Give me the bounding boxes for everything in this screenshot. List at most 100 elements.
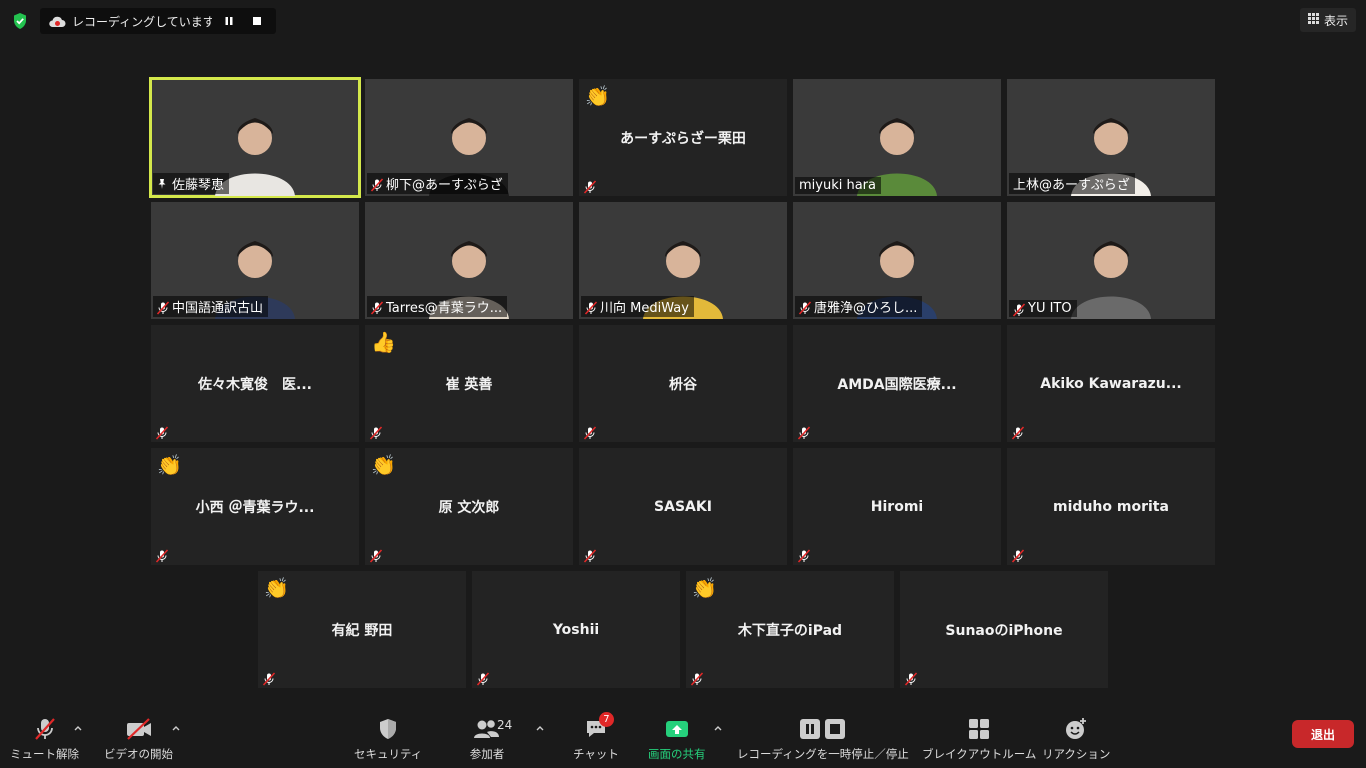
participant-tile[interactable]: Yoshii (472, 571, 680, 688)
pause-recording-button[interactable] (218, 10, 240, 32)
participant-tile[interactable]: Akiko Kawarazu... (1007, 325, 1215, 442)
muted-mic-icon (1011, 548, 1025, 563)
participant-name: 原 文次郎 (438, 499, 500, 516)
participant-tile[interactable]: 佐藤琴恵 (149, 77, 361, 198)
participant-tile[interactable]: 唐雅浄@ひろし... (793, 202, 1001, 319)
participant-tile[interactable]: miduho morita (1007, 448, 1215, 565)
stop-recording-button[interactable] (246, 10, 268, 32)
participant-name-label: Tarres@青葉ラウ... (367, 296, 508, 317)
unmute-label: ミュート解除 (10, 747, 79, 761)
participant-tile[interactable]: 川向 MediWay (579, 202, 787, 319)
participant-tile[interactable]: 柳下@あーすぷらざ (365, 79, 573, 196)
participant-tile[interactable]: 有紀 野田 👏 (258, 571, 466, 688)
share-screen-button[interactable]: 画面の共有 (648, 714, 706, 762)
share-options-chevron-icon[interactable] (713, 718, 723, 731)
participant-name-label: 上林@あーすぷらざ (1009, 173, 1135, 194)
start-video-button[interactable]: ビデオの開始 (104, 714, 173, 762)
muted-mic-icon (1011, 425, 1025, 440)
participant-name: Tarres@青葉ラウ... (386, 301, 503, 316)
participant-tile[interactable]: 木下直子のiPad 👏 (686, 571, 894, 688)
share-screen-icon (657, 714, 697, 744)
participant-tile[interactable]: 中国語通訳古山 (151, 202, 359, 319)
recording-control-button[interactable]: レコーディングを一時停止／停止 (737, 714, 909, 762)
reaction-emoji-icon: 👏 (371, 453, 396, 477)
breakout-rooms-button[interactable]: ブレイクアウトルーム (922, 714, 1036, 762)
reaction-emoji-icon: 👍 (371, 330, 396, 354)
participant-tile[interactable]: あーすぷらざー栗田 👏 (579, 79, 787, 196)
muted-mic-icon (583, 179, 597, 194)
security-button[interactable]: セキュリティ (354, 714, 422, 762)
muted-mic-icon (1012, 302, 1026, 317)
participant-name: 柳下@あーすぷらざ (386, 178, 503, 193)
breakout-rooms-label: ブレイクアウトルーム (922, 747, 1037, 761)
participant-tile[interactable]: SASAKI (579, 448, 787, 565)
participants-icon: 24 (467, 714, 512, 744)
video-options-chevron-icon[interactable] (171, 718, 181, 731)
reaction-emoji-icon: 👏 (585, 84, 610, 108)
muted-mic-icon (797, 548, 811, 563)
participant-name-label: YU ITO (1009, 300, 1077, 317)
pin-icon (156, 178, 168, 190)
participant-tile[interactable]: SunaoのiPhone (900, 571, 1108, 688)
participant-tile[interactable]: Hiromi (793, 448, 1001, 565)
muted-mic-icon (476, 671, 490, 686)
participant-tile[interactable]: 崔 英善 👍 (365, 325, 573, 442)
participant-tile[interactable]: miyuki hara (793, 79, 1001, 196)
muted-mic-icon (584, 300, 598, 315)
pause-stop-icon (793, 714, 853, 744)
reactions-label: リアクション (1042, 747, 1111, 761)
shield-icon (368, 714, 408, 744)
participant-name: miyuki hara (799, 178, 876, 193)
recording-status-text: レコーディングしています... (72, 14, 212, 29)
muted-mic-icon (370, 177, 384, 192)
participant-tile[interactable]: AMDA国際医療... (793, 325, 1001, 442)
chat-label: チャット (573, 747, 619, 761)
participant-name: 崔 英善 (445, 376, 493, 393)
recording-indicator: レコーディングしています... (40, 8, 276, 34)
participant-name: SASAKI (654, 498, 712, 515)
chat-icon: 7 (576, 712, 616, 744)
grid-icon (1307, 13, 1319, 27)
view-button[interactable]: 表示 (1299, 8, 1356, 32)
leave-meeting-button[interactable]: 退出 (1292, 720, 1354, 748)
chat-unread-badge: 7 (598, 712, 614, 727)
participant-name-label: miyuki hara (795, 177, 881, 194)
muted-mic-icon (369, 548, 383, 563)
participant-tile[interactable]: 原 文次郎 👏 (365, 448, 573, 565)
participant-tile[interactable]: Tarres@青葉ラウ... (365, 202, 573, 319)
reactions-button[interactable]: リアクション (1042, 714, 1110, 762)
unmute-button[interactable]: ミュート解除 (10, 714, 79, 762)
security-shield-icon[interactable] (8, 9, 32, 33)
breakout-rooms-icon (959, 714, 999, 744)
audio-options-chevron-icon[interactable] (73, 718, 83, 731)
participant-tile[interactable]: 小西 ＠青葉ラウ... 👏 (151, 448, 359, 565)
participant-tile[interactable]: YU ITO (1007, 202, 1215, 319)
participants-count: 24 (497, 718, 513, 732)
participant-tile[interactable]: 枡谷 (579, 325, 787, 442)
muted-mic-icon (797, 425, 811, 440)
participant-name: 佐々木寛俊 医... (198, 376, 312, 393)
muted-mic-icon (25, 714, 65, 744)
participant-name: あーすぷらざー栗田 (620, 130, 746, 147)
participant-tile[interactable]: 佐々木寛俊 医... (151, 325, 359, 442)
start-video-label: ビデオの開始 (104, 747, 173, 761)
participant-name: 川向 MediWay (600, 301, 689, 316)
participants-label: 参加者 (469, 747, 505, 761)
participant-name-label: 唐雅浄@ひろし... (795, 296, 923, 317)
participant-video (1071, 241, 1151, 319)
chat-button[interactable]: 7 チャット (573, 712, 619, 762)
participants-options-chevron-icon[interactable] (535, 718, 545, 731)
participant-name: SunaoのiPhone (945, 622, 1063, 639)
participant-tile[interactable]: 上林@あーすぷらざ (1007, 79, 1215, 196)
cloud-recording-icon (48, 14, 66, 28)
participants-button[interactable]: 24 参加者 (467, 714, 513, 762)
muted-mic-icon (583, 548, 597, 563)
muted-mic-icon (369, 425, 383, 440)
muted-mic-icon (798, 300, 812, 315)
muted-mic-icon (155, 548, 169, 563)
participant-name: YU ITO (1028, 301, 1072, 316)
video-off-icon (119, 714, 159, 744)
muted-mic-icon (262, 671, 276, 686)
participant-name: 上林@あーすぷらざ (1013, 178, 1130, 193)
security-label: セキュリティ (354, 747, 423, 761)
